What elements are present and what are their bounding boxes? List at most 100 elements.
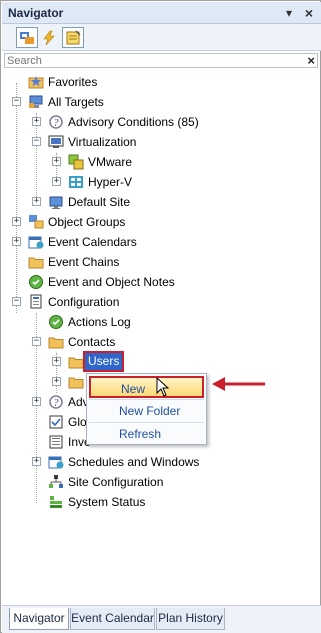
tree-item-event-calendars[interactable]: + Event Calendars: [2, 233, 302, 251]
tree-item-virtualization[interactable]: − Virtualization: [2, 133, 302, 151]
expand-toggle[interactable]: +: [32, 117, 41, 126]
events-button[interactable]: [38, 27, 60, 48]
svg-text:?: ?: [54, 118, 59, 129]
tab-plan-history[interactable]: Plan History: [156, 608, 225, 630]
tree-item-advisory-conditions[interactable]: + ? Advisory Conditions (85): [2, 113, 302, 131]
tree-label: Actions Log: [68, 315, 131, 329]
contacts-folder-icon: [48, 337, 64, 349]
tree-item-users[interactable]: + Users: [2, 351, 302, 372]
tree-label: All Targets: [48, 95, 104, 109]
tree-item-site-configuration[interactable]: Site Configuration: [2, 473, 302, 491]
tree-view-icon: [20, 32, 34, 44]
tree-label: Event Chains: [48, 255, 120, 269]
favorites-icon: [28, 76, 44, 89]
tree-label: System Status: [68, 495, 146, 509]
expand-toggle[interactable]: +: [52, 157, 61, 166]
tree-item-vmware[interactable]: + VMware: [2, 153, 302, 171]
notes-button[interactable]: [62, 27, 84, 48]
search-box: ×: [4, 53, 318, 68]
tree-label: Advisory Conditions (85): [68, 115, 199, 129]
tree-item-schedules[interactable]: + Schedules and Windows: [2, 453, 302, 471]
tab-label: Plan History: [158, 611, 223, 625]
collapse-toggle[interactable]: −: [32, 137, 41, 146]
close-icon[interactable]: ×: [301, 5, 317, 21]
tree-label: Schedules and Windows: [68, 455, 200, 469]
tree-item-inventory[interactable]: Inve: [2, 433, 92, 451]
lightning-icon: [43, 30, 55, 46]
tree-item-default-site[interactable]: + Default Site: [2, 193, 302, 211]
vmware-icon: [68, 154, 84, 170]
menu-item-label: New: [121, 382, 146, 396]
tree-view-button[interactable]: [16, 27, 38, 48]
tree-label: VMware: [88, 155, 133, 169]
clear-search-icon[interactable]: ×: [307, 53, 315, 68]
expand-toggle[interactable]: +: [32, 457, 41, 466]
tree-item-favorites[interactable]: Favorites: [2, 73, 302, 91]
tree-label: Event Calendars: [48, 235, 137, 249]
menu-item-new[interactable]: New: [89, 376, 204, 398]
tree-label: Default Site: [68, 195, 131, 209]
virtualization-icon: [48, 135, 64, 148]
tree-label: Glo: [68, 415, 87, 429]
tree-item-global[interactable]: Glo: [2, 413, 92, 431]
tree-item-contacts-folder[interactable]: +: [2, 373, 92, 391]
system-status-icon: [50, 496, 62, 508]
annotation-arrow-icon: [212, 377, 265, 391]
tree-item-configuration[interactable]: − Configuration: [2, 293, 302, 311]
expand-toggle[interactable]: +: [52, 357, 61, 366]
tree-item-contacts[interactable]: − Contacts: [2, 333, 302, 351]
notes-clock-icon: [29, 275, 43, 289]
targets-icon: [29, 95, 43, 108]
schedule-icon: [48, 456, 64, 469]
tab-event-calendar[interactable]: Event Calendar: [70, 608, 155, 630]
notes-icon: [66, 30, 81, 45]
tree-label: Configuration: [48, 295, 120, 309]
search-input[interactable]: [7, 54, 297, 67]
object-groups-icon: [29, 215, 44, 229]
expand-toggle[interactable]: +: [52, 177, 61, 186]
inventory-icon: [49, 435, 63, 449]
expand-toggle[interactable]: +: [32, 397, 41, 406]
menu-item-new-folder[interactable]: New Folder: [89, 400, 204, 422]
folder-icon: [68, 377, 84, 389]
expand-toggle[interactable]: +: [52, 377, 61, 386]
hyperv-icon: [69, 176, 83, 188]
tree-item-actions-log[interactable]: Actions Log: [2, 313, 302, 331]
tree-item-system-status[interactable]: System Status: [2, 493, 302, 511]
tree-item-advisory[interactable]: + ? Adv: [2, 393, 92, 411]
navigator-panel: Navigator ▾ × ×: [0, 0, 321, 633]
advisory-icon: ?: [49, 115, 63, 129]
tab-label: Event Calendar: [71, 611, 154, 625]
pin-icon[interactable]: ▾: [281, 5, 297, 21]
collapse-toggle[interactable]: −: [12, 97, 21, 106]
tree-item-hyperv[interactable]: + Hyper-V: [2, 173, 302, 191]
tree-item-all-targets[interactable]: − All Targets: [2, 93, 302, 111]
tree-label: Object Groups: [48, 215, 126, 229]
collapse-toggle[interactable]: −: [32, 337, 41, 346]
navigator-tree: Favorites − All Targets + ? Advisory Con…: [2, 69, 321, 605]
tree-label: Hyper-V: [88, 175, 133, 189]
tab-label: Navigator: [13, 611, 65, 625]
tree-label: Contacts: [68, 335, 116, 349]
advisory-icon: ?: [49, 395, 63, 409]
tree-label: Favorites: [48, 75, 98, 89]
tab-navigator[interactable]: Navigator: [9, 608, 69, 630]
tree-item-event-chains[interactable]: Event Chains: [2, 253, 302, 271]
expand-toggle[interactable]: +: [12, 237, 21, 246]
expand-toggle[interactable]: +: [12, 217, 21, 226]
site-icon: [49, 196, 63, 209]
context-menu: New New Folder Refresh: [86, 373, 207, 445]
tree-item-event-notes[interactable]: Event and Object Notes: [2, 273, 302, 291]
collapse-toggle[interactable]: −: [12, 297, 21, 306]
folder-icon: [28, 257, 44, 269]
calendar-icon: [28, 236, 44, 249]
mouse-cursor-icon: [156, 377, 170, 397]
svg-text:?: ?: [54, 398, 59, 409]
site-config-icon: [49, 475, 63, 488]
panel-title: Navigator: [8, 6, 64, 20]
title-bar: Navigator ▾ ×: [2, 2, 321, 24]
tree-label: Site Configuration: [68, 475, 164, 489]
menu-item-refresh[interactable]: Refresh: [89, 423, 204, 445]
tree-item-object-groups[interactable]: + Object Groups: [2, 213, 302, 231]
expand-toggle[interactable]: +: [32, 197, 41, 206]
